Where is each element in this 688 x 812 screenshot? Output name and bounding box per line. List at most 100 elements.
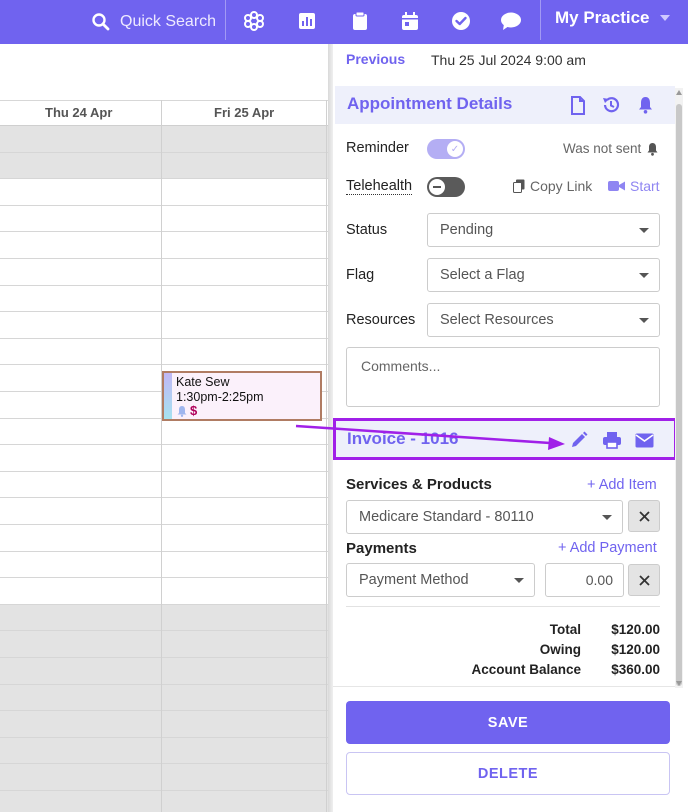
appointment-details-header: Appointment Details	[335, 86, 675, 124]
remove-payment-button[interactable]	[628, 564, 660, 596]
modules-icon[interactable]	[242, 9, 266, 33]
time-slot-row[interactable]	[0, 259, 328, 286]
start-label: Start	[630, 178, 660, 194]
add-payment-link[interactable]: + Add Payment	[558, 540, 657, 556]
payment-amount-value: 0.00	[585, 572, 613, 588]
copy-link-button[interactable]: Copy Link	[513, 178, 592, 194]
total-value: $120.00	[611, 622, 660, 637]
remove-service-button[interactable]	[628, 500, 660, 532]
previous-link[interactable]: Previous	[346, 51, 405, 67]
search-icon	[92, 13, 110, 31]
copy-icon	[513, 179, 525, 193]
start-telehealth-button[interactable]: Start	[608, 178, 660, 194]
time-slot-row[interactable]	[0, 498, 328, 525]
chat-icon[interactable]	[499, 9, 523, 33]
resources-select[interactable]: Select Resources	[427, 303, 660, 337]
payment-method-placeholder: Payment Method	[359, 572, 469, 588]
status-select[interactable]: Pending	[427, 213, 660, 247]
document-icon[interactable]	[568, 95, 588, 115]
account-balance-value: $360.00	[611, 662, 660, 677]
delete-button[interactable]: DELETE	[346, 752, 670, 795]
day-header[interactable]: Fri 25 Apr	[214, 105, 274, 120]
appointment-block[interactable]: Kate Sew 1:30pm-2:25pm $	[162, 371, 322, 421]
time-slot-row[interactable]	[0, 631, 328, 658]
day-header[interactable]: Thu 24 Apr	[45, 105, 112, 120]
chevron-down-icon	[639, 228, 649, 233]
time-slot-row[interactable]	[0, 179, 328, 206]
owing-value: $120.00	[611, 642, 660, 657]
invoice-highlight-frame	[333, 418, 677, 460]
time-slot-row[interactable]	[0, 126, 328, 153]
resources-label: Resources	[346, 312, 416, 328]
chevron-down-icon	[514, 578, 524, 583]
flag-label: Flag	[346, 267, 375, 283]
check-icon[interactable]	[449, 9, 473, 33]
time-slot-row[interactable]	[0, 658, 328, 685]
time-slot-row[interactable]	[0, 684, 328, 712]
check-icon: ✓	[447, 141, 463, 157]
practice-selector[interactable]: My Practice	[555, 8, 670, 28]
time-slot-row[interactable]	[0, 711, 328, 738]
reports-icon[interactable]	[295, 9, 319, 33]
chevron-down-icon	[639, 273, 649, 278]
time-slot-row[interactable]	[0, 791, 328, 812]
time-slot-row[interactable]	[0, 312, 328, 339]
telehealth-toggle[interactable]	[427, 177, 465, 197]
time-slot-row[interactable]	[0, 472, 328, 499]
scrollbar-thumb[interactable]	[676, 104, 682, 686]
time-slot-row[interactable]	[0, 339, 328, 366]
time-slot-row[interactable]	[0, 578, 328, 605]
practice-label: My Practice	[555, 8, 650, 27]
time-slot-row[interactable]	[0, 419, 328, 446]
time-slot-row[interactable]	[0, 152, 328, 180]
payments-label: Payments	[346, 540, 417, 557]
clipboard-icon[interactable]	[348, 9, 372, 33]
calendar-grid: Thu 24 Apr Fri 25 Apr	[0, 44, 328, 812]
comments-placeholder: Comments...	[361, 358, 441, 374]
status-label: Status	[346, 222, 388, 238]
appointment-color-bar	[164, 373, 172, 419]
time-slot-row[interactable]	[0, 552, 328, 579]
invoice-dollar-icon: $	[190, 403, 198, 418]
service-select[interactable]: Medicare Standard - 80110	[346, 500, 623, 534]
add-item-link[interactable]: + Add Item	[587, 477, 657, 493]
services-label: Services & Products	[346, 476, 492, 493]
time-slot-row[interactable]	[0, 525, 328, 552]
save-button[interactable]: SAVE	[346, 701, 670, 744]
time-slot-row[interactable]	[0, 604, 328, 632]
video-camera-icon	[608, 181, 625, 191]
previous-date: Thu 25 Jul 2024 9:00 am	[431, 52, 586, 68]
payment-amount-input[interactable]: 0.00	[545, 563, 624, 597]
chevron-down-icon	[659, 15, 670, 21]
scroll-down-arrow[interactable]	[676, 681, 682, 686]
toggle-knob	[429, 179, 445, 195]
service-value: Medicare Standard - 80110	[359, 509, 534, 525]
close-icon	[638, 510, 650, 522]
payment-method-select[interactable]: Payment Method	[346, 563, 535, 597]
top-bar: Quick Search My Practice	[0, 0, 688, 44]
flag-placeholder: Select a Flag	[440, 267, 525, 283]
time-slot-row[interactable]	[0, 737, 328, 765]
bell-icon[interactable]	[635, 95, 655, 115]
quick-search[interactable]: Quick Search	[92, 8, 216, 36]
flag-select[interactable]: Select a Flag	[427, 258, 660, 292]
time-slot-row[interactable]	[0, 764, 328, 791]
appointment-time: 1:30pm-2:25pm	[176, 390, 264, 404]
history-icon[interactable]	[601, 95, 621, 115]
time-slot-row[interactable]	[0, 232, 328, 259]
appointment-client-name: Kate Sew	[176, 375, 230, 389]
reminder-label: Reminder	[346, 140, 409, 156]
time-slot-row[interactable]	[0, 206, 328, 233]
close-icon	[638, 574, 650, 586]
quick-search-label: Quick Search	[120, 13, 217, 30]
time-slot-row[interactable]	[0, 445, 328, 472]
time-slot-row[interactable]	[0, 286, 328, 313]
calendar-header: Thu 24 Apr Fri 25 Apr	[0, 100, 328, 126]
scroll-up-arrow[interactable]	[676, 90, 682, 95]
day-column-divider	[161, 100, 162, 812]
comments-textarea[interactable]: Comments...	[346, 347, 660, 407]
calendar-icon[interactable]	[398, 9, 422, 33]
reminder-toggle[interactable]: ✓	[427, 139, 465, 159]
telehealth-label: Telehealth	[346, 178, 413, 195]
day-column-divider	[326, 100, 327, 812]
